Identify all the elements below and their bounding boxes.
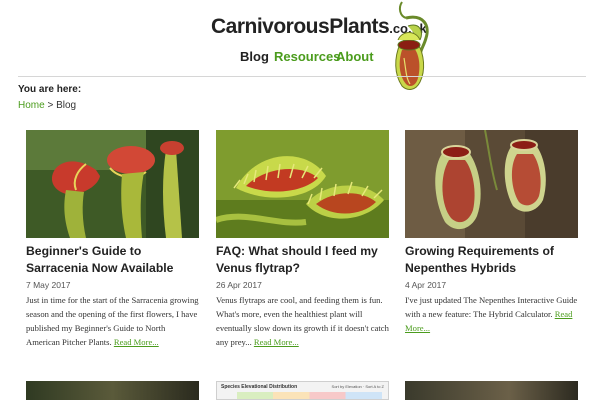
blog-post-card: Beginner's Guide to Sarracenia Now Avail…: [26, 130, 199, 349]
nav-resources[interactable]: Resources: [274, 49, 340, 64]
post-excerpt-text: Just in time for the start of the Sarrac…: [26, 295, 199, 347]
post-excerpt: Just in time for the start of the Sarrac…: [26, 293, 199, 349]
site-name[interactable]: CarnivorousPlants: [211, 15, 390, 38]
read-more-link[interactable]: Read More...: [114, 337, 159, 347]
nepenthes-photo-icon: [405, 130, 578, 238]
post-thumbnail-partial[interactable]: [26, 381, 199, 400]
post-thumbnail-partial[interactable]: [405, 381, 578, 400]
chart-thumbnail-subtitle: Sort by Elevation · Sort A to Z: [331, 384, 384, 389]
sarracenia-photo-icon: [26, 130, 199, 238]
breadcrumb-current: Blog: [56, 100, 77, 111]
post-title[interactable]: Growing Requirements of Nepenthes Hybrid…: [405, 243, 578, 277]
breadcrumb-separator: >: [47, 100, 54, 111]
blog-post-card: FAQ: What should I feed my Venus flytrap…: [216, 130, 389, 349]
chart-thumbnail-title: Species Elevational Distribution: [221, 384, 298, 390]
nav-about[interactable]: About: [336, 49, 374, 64]
venus-flytrap-photo-icon: [216, 130, 389, 238]
post-excerpt: I've just updated The Nepenthes Interact…: [405, 293, 578, 335]
chart-thumbnail-bands: [237, 392, 382, 399]
nav-blog[interactable]: Blog: [240, 49, 269, 64]
post-date: 4 Apr 2017: [405, 280, 447, 290]
post-title[interactable]: FAQ: What should I feed my Venus flytrap…: [216, 243, 389, 277]
post-date: 26 Apr 2017: [216, 280, 262, 290]
breadcrumb: Home > Blog: [18, 100, 76, 111]
breadcrumb-home-link[interactable]: Home: [18, 100, 45, 111]
post-thumbnail-flytrap[interactable]: [216, 130, 389, 238]
blog-post-card: Growing Requirements of Nepenthes Hybrid…: [405, 130, 578, 335]
post-thumbnail-nepenthes[interactable]: [405, 130, 578, 238]
post-excerpt-text: Venus flytraps are cool, and feeding the…: [216, 295, 389, 347]
post-date: 7 May 2017: [26, 280, 71, 290]
header-divider: [18, 76, 586, 77]
post-excerpt: Venus flytraps are cool, and feeding the…: [216, 293, 389, 349]
post-thumbnail-sarracenia[interactable]: [26, 130, 199, 238]
post-title[interactable]: Beginner's Guide to Sarracenia Now Avail…: [26, 243, 199, 277]
post-excerpt-text: I've just updated The Nepenthes Interact…: [405, 295, 578, 319]
breadcrumb-heading: You are here:: [18, 84, 82, 95]
read-more-link[interactable]: Read More...: [254, 337, 299, 347]
site-header: CarnivorousPlants.co.uk Blog Resources A…: [0, 0, 600, 90]
post-thumbnail-chart-partial[interactable]: Species Elevational Distribution Sort by…: [216, 381, 389, 400]
pitcher-plant-logo-icon: [395, 1, 429, 90]
